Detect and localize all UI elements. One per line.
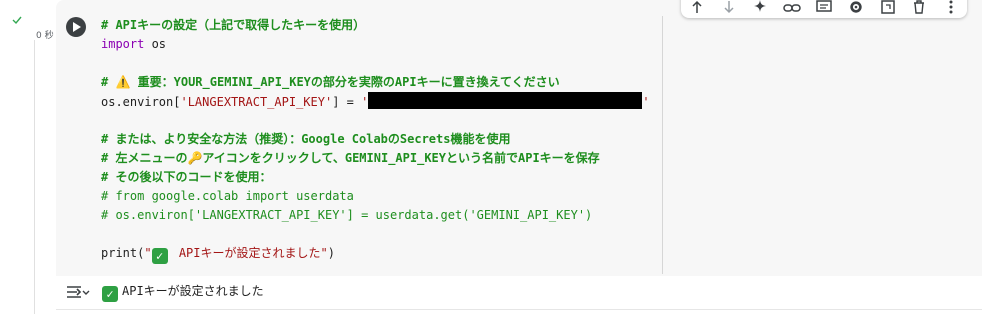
code-line: os.environ['LANGEXTRACT_API_KEY'] = ' '	[101, 92, 661, 111]
execution-time: 0 秒	[36, 31, 54, 41]
cell-gutter: 0 秒	[0, 0, 56, 314]
more-vert-icon[interactable]	[935, 0, 967, 18]
play-icon	[73, 22, 81, 32]
warning-icon: ⚠️	[115, 75, 131, 89]
code-line: # from google.colab import userdata	[101, 189, 354, 203]
code-line: # その後以下のコードを使用：	[101, 170, 272, 184]
arrow-down-icon[interactable]	[713, 0, 745, 18]
output-text: ✓ APIキーが設定されました	[102, 282, 264, 302]
run-cell-button[interactable]	[66, 17, 86, 37]
check-icon	[12, 15, 22, 28]
code-line: # APIキーの設定（上記で取得したキーを使用）	[101, 18, 366, 32]
check-emoji-icon: ✓	[102, 286, 118, 302]
code-editor[interactable]: # APIキーの設定（上記で取得したキーを使用） import os # ⚠️ …	[101, 16, 661, 264]
arrow-up-icon[interactable]	[681, 0, 713, 18]
sparkle-icon[interactable]	[745, 0, 777, 18]
code-line: # または、より安全な方法（推奨）：Google ColabのSecrets機能…	[101, 132, 511, 146]
code-line: print(" ✓ APIキーが設定されました")	[101, 246, 335, 264]
code-line: import os	[101, 37, 167, 51]
redacted-api-key	[368, 92, 643, 109]
code-line: # ⚠️ 重要：YOUR_GEMINI_API_KEYの部分を実際のAPIキーに…	[101, 75, 560, 89]
cell-output: ✓ APIキーが設定されました	[56, 276, 982, 310]
ruler-line	[662, 16, 663, 274]
mirror-cell-icon[interactable]	[872, 0, 904, 18]
code-line: # 左メニューの🔑アイコンをクリックして、GEMINI_API_KEYという名前…	[101, 151, 600, 165]
cell-toolbar	[681, 0, 967, 18]
output-toggle-icon[interactable]	[64, 281, 90, 303]
code-line: # os.environ['LANGEXTRACT_API_KEY'] = us…	[101, 208, 593, 222]
divider	[34, 40, 35, 314]
key-icon: 🔑	[187, 151, 203, 165]
link-icon[interactable]	[776, 0, 808, 18]
gear-icon[interactable]	[840, 0, 872, 18]
trash-icon[interactable]	[903, 0, 935, 18]
check-emoji-icon: ✓	[151, 248, 168, 264]
comment-icon[interactable]	[808, 0, 840, 18]
